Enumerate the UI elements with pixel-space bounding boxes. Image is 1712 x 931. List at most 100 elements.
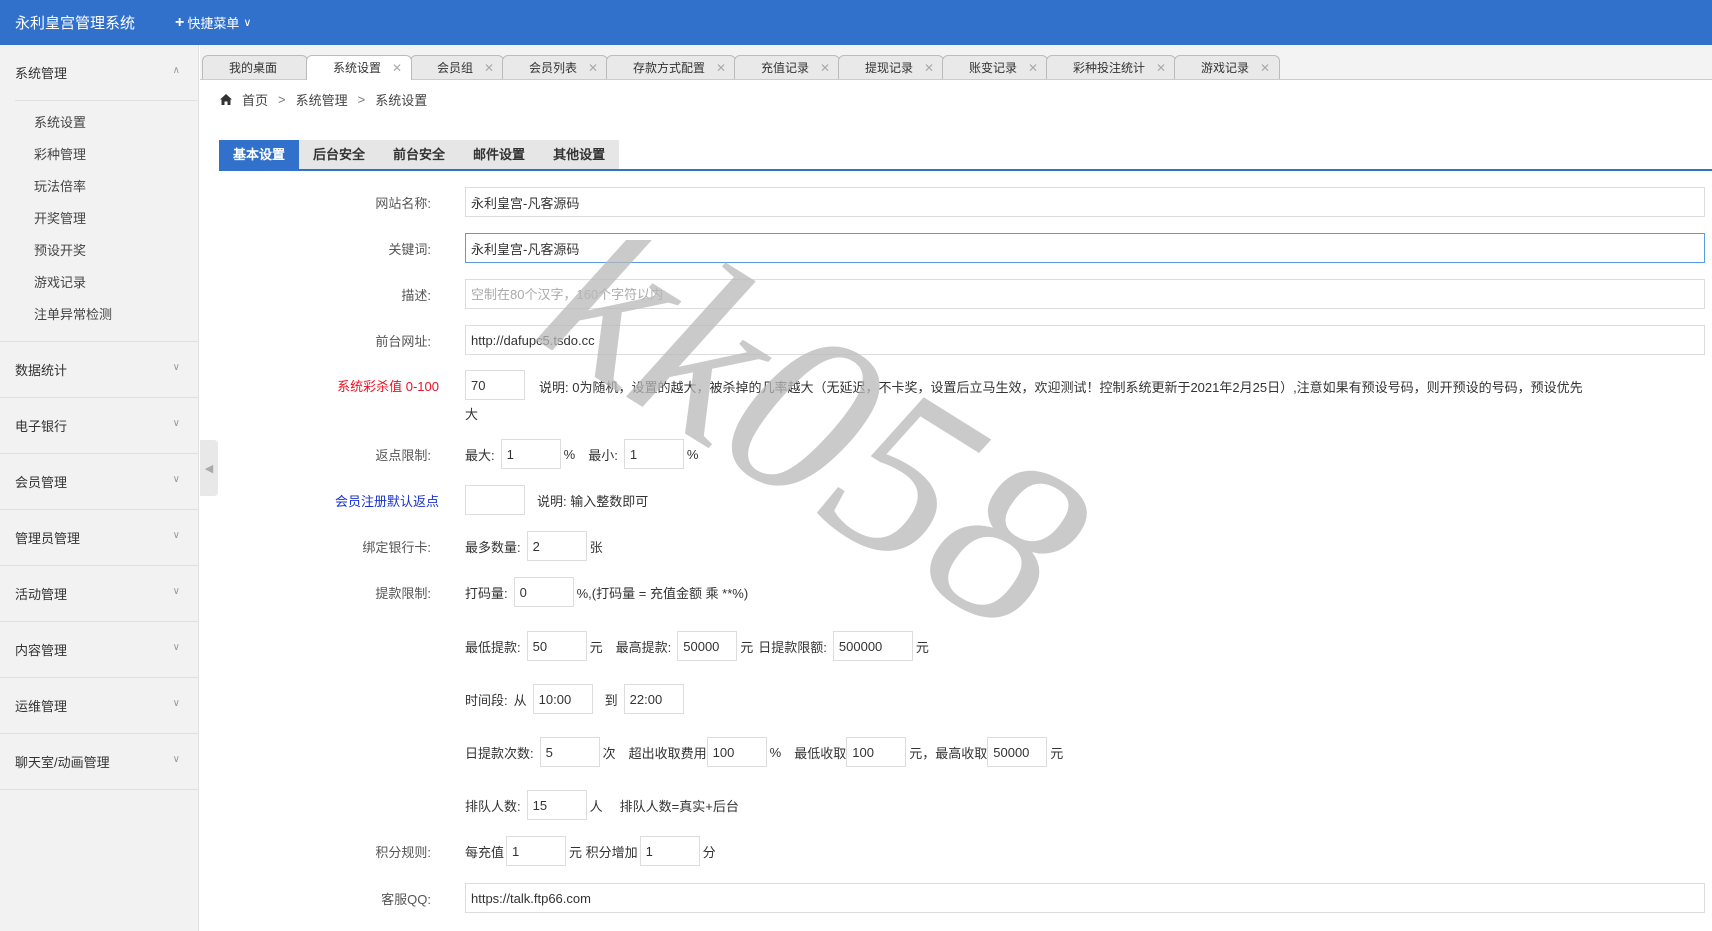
- rebate-max-label: 最大:: [465, 447, 495, 463]
- tab-member-list[interactable]: 会员列表 ✕: [502, 55, 609, 80]
- chevron-up-icon: ∧: [172, 65, 180, 76]
- times-label: 日提款次数:: [465, 745, 534, 761]
- close-icon[interactable]: ✕: [484, 56, 494, 80]
- fee-max-label: 元，最高收取: [909, 745, 988, 761]
- keywords-input[interactable]: [465, 233, 1705, 263]
- reg-rebate-input[interactable]: [465, 485, 525, 515]
- rebate-min-input[interactable]: [623, 439, 684, 469]
- withdraw-daily-input[interactable]: [832, 631, 913, 661]
- app-title: 永利皇宫管理系统: [15, 15, 136, 32]
- sidebar-group-label: 电子银行: [15, 419, 68, 434]
- front-url-input[interactable]: [465, 325, 1705, 355]
- fee-min-input[interactable]: [846, 737, 907, 767]
- time-from-input[interactable]: [532, 684, 593, 714]
- row-front-url: 前台网址:: [220, 325, 1705, 355]
- tab-other-settings[interactable]: 其他设置: [539, 140, 620, 169]
- chevron-down-icon: ∨: [172, 698, 180, 709]
- quick-menu-button[interactable]: + 快捷菜单 ∨: [175, 13, 251, 32]
- sidebar-group-ops[interactable]: 运维管理 ∨: [0, 678, 198, 734]
- sidebar-group-system[interactable]: 系统管理 ∧ 系统设置 彩种管理 玩法倍率 开奖管理 预设开奖 游戏记录 注单异…: [0, 45, 198, 342]
- sidebar-group-content[interactable]: 内容管理 ∨: [0, 622, 198, 678]
- sidebar-group-label: 运维管理: [15, 699, 68, 714]
- withdraw-max-input[interactable]: [677, 631, 738, 661]
- tab-bar: 我的桌面 系统设置 ✕ 会员组 ✕ 会员列表 ✕ 存款方式配置 ✕ 充值记录 ✕ 提现记录…: [200, 45, 1712, 80]
- tab-withdraw-records[interactable]: 提现记录 ✕: [838, 55, 945, 80]
- rebate-min-unit: %: [686, 446, 699, 462]
- fee-input[interactable]: [706, 737, 767, 767]
- close-icon[interactable]: ✕: [392, 56, 402, 80]
- breadcrumb-home[interactable]: 首页: [242, 90, 268, 109]
- chevron-down-icon: ∨: [172, 586, 180, 597]
- close-icon[interactable]: ✕: [1156, 56, 1166, 80]
- tab-label: 我的桌面: [229, 61, 278, 75]
- close-icon[interactable]: ✕: [924, 56, 934, 80]
- rebate-max-unit: %: [563, 446, 576, 462]
- tab-member-groups[interactable]: 会员组 ✕: [410, 55, 505, 80]
- tab-label: 提现记录: [865, 61, 914, 75]
- tab-label: 会员列表: [529, 61, 578, 75]
- tab-game-records[interactable]: 游戏记录 ✕: [1174, 55, 1281, 80]
- withdraw-min-label: 最低提款:: [465, 639, 521, 655]
- sidebar-item-bet-anomaly[interactable]: 注单异常检测: [0, 299, 198, 331]
- sidebar-group-admins[interactable]: 管理员管理 ∨: [0, 510, 198, 566]
- tab-label: 存款方式配置: [633, 61, 706, 75]
- sidebar-group-chat[interactable]: 聊天室/动画管理 ∨: [0, 734, 198, 790]
- close-icon[interactable]: ✕: [820, 56, 830, 80]
- bank-card-max-label: 最多数量:: [465, 539, 521, 555]
- bank-card-input[interactable]: [526, 531, 587, 561]
- tab-label: 游戏记录: [1201, 61, 1250, 75]
- site-name-input[interactable]: [465, 187, 1705, 217]
- tab-recharge-records[interactable]: 充值记录 ✕: [734, 55, 841, 80]
- sidebar-group-header[interactable]: 系统管理 ∧: [15, 45, 198, 101]
- description-label: 描述:: [401, 287, 431, 303]
- rebate-label: 返点限制:: [375, 447, 431, 463]
- queue-input[interactable]: [526, 790, 587, 820]
- tab-account-changes[interactable]: 账变记录 ✕: [942, 55, 1049, 80]
- tab-frontend-security[interactable]: 前台安全: [379, 140, 460, 169]
- kill-rate-input[interactable]: [465, 370, 525, 400]
- sidebar-item-system-settings[interactable]: 系统设置: [0, 107, 198, 139]
- sidebar-group-stats[interactable]: 数据统计 ∨: [0, 342, 198, 398]
- tab-deposit-config[interactable]: 存款方式配置 ✕: [606, 55, 737, 80]
- tab-backend-security[interactable]: 后台安全: [299, 140, 380, 169]
- tab-mail-settings[interactable]: 邮件设置: [459, 140, 540, 169]
- withdraw-min-input[interactable]: [526, 631, 587, 661]
- points-per-input[interactable]: [506, 836, 567, 866]
- tab-basic-settings[interactable]: 基本设置: [219, 140, 300, 169]
- sidebar-item-draw[interactable]: 开奖管理: [0, 203, 198, 235]
- qq-input[interactable]: [465, 883, 1705, 913]
- bank-card-unit: 张: [589, 539, 603, 555]
- row-qq: 客服QQ:: [220, 883, 1705, 913]
- sidebar-item-game-records[interactable]: 游戏记录: [0, 267, 198, 299]
- sidebar-item-preset-draw[interactable]: 预设开奖: [0, 235, 198, 267]
- breadcrumb-level1[interactable]: 系统管理: [296, 90, 348, 109]
- sidebar-group-ebank[interactable]: 电子银行 ∨: [0, 398, 198, 454]
- sidebar: 系统管理 ∧ 系统设置 彩种管理 玩法倍率 开奖管理 预设开奖 游戏记录 注单异…: [0, 45, 199, 931]
- sidebar-group-members[interactable]: 会员管理 ∨: [0, 454, 198, 510]
- times-input[interactable]: [539, 737, 600, 767]
- close-icon[interactable]: ✕: [716, 56, 726, 80]
- time-to-input[interactable]: [623, 684, 684, 714]
- sidebar-item-lottery[interactable]: 彩种管理: [0, 139, 198, 171]
- tab-desktop[interactable]: 我的桌面: [202, 55, 309, 79]
- close-icon[interactable]: ✕: [588, 56, 598, 80]
- turnover-note: %,(打码量 = 充值金额 乘 **%): [576, 585, 749, 601]
- sidebar-collapse-handle[interactable]: ◀: [200, 440, 218, 496]
- turnover-input[interactable]: [513, 577, 574, 607]
- withdraw-daily-unit: 元: [915, 639, 929, 655]
- withdraw-max-unit: 元: [740, 639, 754, 655]
- close-icon[interactable]: ✕: [1028, 56, 1038, 80]
- sidebar-group-activities[interactable]: 活动管理 ∨: [0, 566, 198, 622]
- description-input[interactable]: [465, 279, 1705, 309]
- settings-tabs: 基本设置 后台安全 前台安全 邮件设置 其他设置: [219, 140, 1712, 171]
- sidebar-group-label: 数据统计: [15, 363, 68, 378]
- points-add-input[interactable]: [639, 836, 700, 866]
- queue-label: 排队人数:: [465, 798, 521, 814]
- tab-bet-stats[interactable]: 彩种投注统计 ✕: [1046, 55, 1177, 80]
- chevron-left-icon: ◀: [204, 462, 214, 475]
- rebate-max-input[interactable]: [500, 439, 561, 469]
- tab-system-settings[interactable]: 系统设置 ✕: [306, 55, 413, 80]
- close-icon[interactable]: ✕: [1260, 56, 1270, 80]
- sidebar-item-odds[interactable]: 玩法倍率: [0, 171, 198, 203]
- fee-max-input[interactable]: [987, 737, 1048, 767]
